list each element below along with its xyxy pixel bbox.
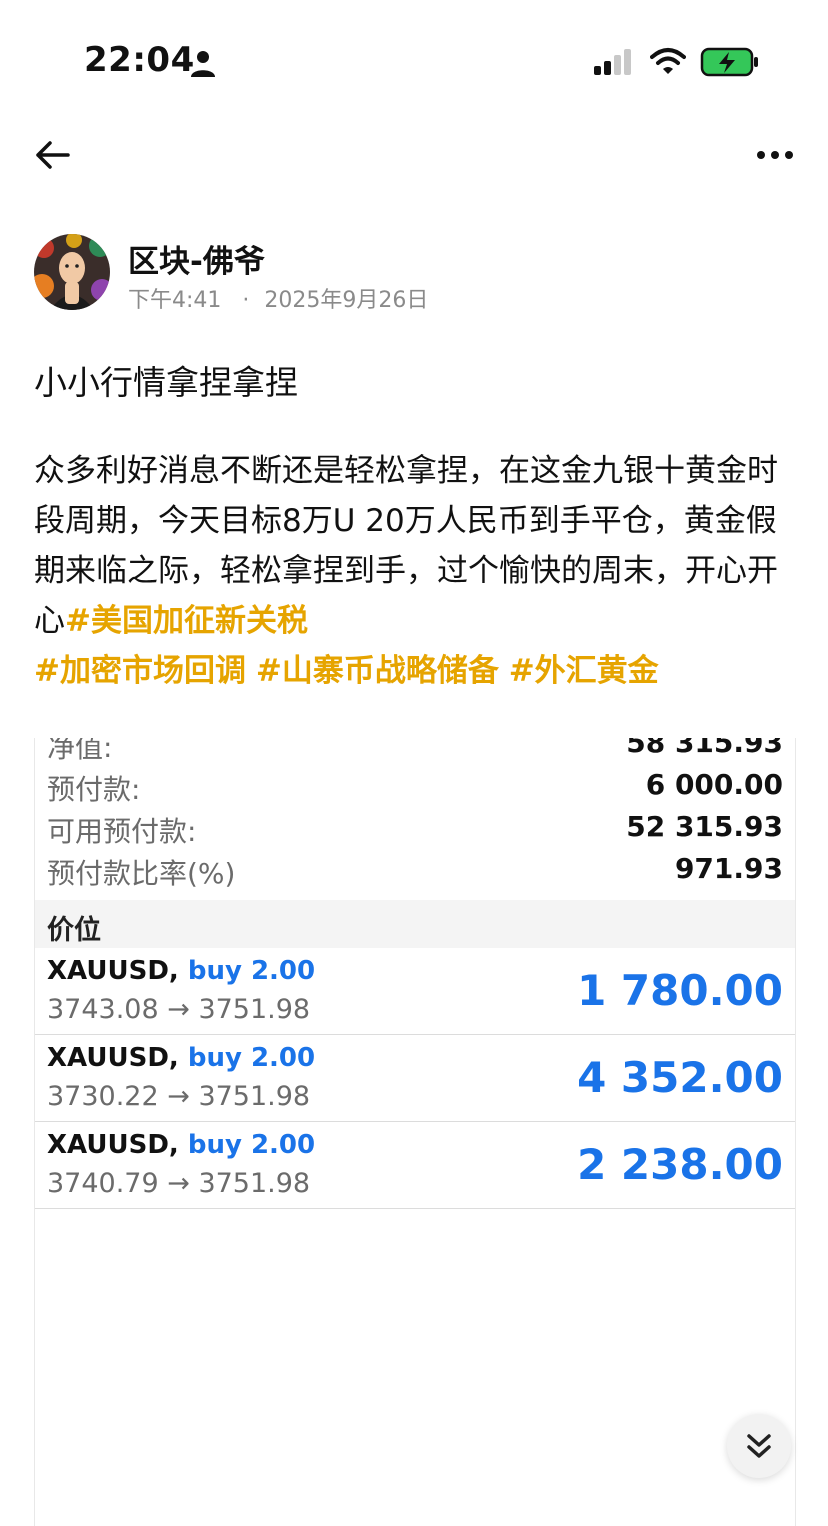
position-symbol: XAUUSD, — [47, 1043, 179, 1073]
account-value: 58 315.93 — [626, 738, 783, 759]
signal-icon — [594, 49, 631, 75]
post-time: 下午4:41 — [128, 288, 222, 313]
position-prices: 3743.08 → 3751.98 — [47, 994, 311, 1025]
hashtag-link[interactable]: #外汇黄金 — [509, 653, 659, 689]
account-row-equity: 净值: 58 315.93 — [35, 738, 795, 764]
account-row-margin-level: 预付款比率(%) 971.93 — [35, 848, 795, 890]
more-icon[interactable] — [756, 146, 794, 164]
position-prices: 3740.79 → 3751.98 — [47, 1168, 311, 1199]
person-icon — [191, 51, 215, 77]
account-row-margin: 预付款: 6 000.00 — [35, 764, 795, 806]
double-chevron-down-icon — [747, 1434, 771, 1458]
position-symbol: XAUUSD, — [47, 956, 179, 986]
account-label: 可用预付款: — [47, 815, 197, 848]
position-side: buy 2.00 — [187, 1043, 316, 1073]
positions-section-header: 价位 — [35, 900, 795, 948]
back-arrow-icon[interactable] — [34, 138, 72, 172]
wifi-icon — [650, 48, 686, 74]
position-symbol-line: XAUUSD, buy 2.00 — [47, 956, 315, 986]
position-side: buy 2.00 — [187, 1130, 316, 1160]
avatar[interactable] — [34, 234, 110, 310]
status-time: 22:04 — [84, 40, 195, 80]
position-row[interactable]: XAUUSD, buy 2.00 3743.08 → 3751.98 1 780… — [35, 948, 795, 1035]
account-value: 971.93 — [674, 852, 783, 885]
account-label: 净值: — [47, 738, 113, 764]
position-symbol-line: XAUUSD, buy 2.00 — [47, 1130, 315, 1160]
account-row-free-margin: 可用预付款: 52 315.93 — [35, 806, 795, 848]
position-profit: 4 352.00 — [577, 1053, 783, 1102]
post-meta: 下午4:41 · 2025年9月26日 — [128, 282, 428, 314]
account-value: 52 315.93 — [626, 810, 783, 843]
trade-screenshot[interactable]: 净值: 58 315.93 预付款: 6 000.00 可用预付款: 52 31… — [34, 738, 796, 1526]
position-row[interactable]: XAUUSD, buy 2.00 3730.22 → 3751.98 4 352… — [35, 1035, 795, 1122]
account-label: 预付款: — [47, 773, 141, 806]
battery-charging-icon — [700, 47, 758, 77]
position-symbol-line: XAUUSD, buy 2.00 — [47, 1043, 315, 1073]
position-profit: 1 780.00 — [577, 966, 783, 1015]
position-prices: 3730.22 → 3751.98 — [47, 1081, 311, 1112]
hashtag-link[interactable]: #加密市场回调 — [34, 653, 246, 689]
position-row[interactable]: XAUUSD, buy 2.00 3740.79 → 3751.98 2 238… — [35, 1122, 795, 1209]
section-header-label: 价位 — [47, 915, 101, 946]
position-side: buy 2.00 — [187, 956, 316, 986]
account-value: 6 000.00 — [645, 768, 783, 801]
author-name[interactable]: 区块-佛爷 — [128, 236, 265, 281]
scroll-down-button[interactable] — [727, 1414, 791, 1478]
account-label: 预付款比率(%) — [47, 857, 236, 890]
position-profit: 2 238.00 — [577, 1140, 783, 1189]
post-body: 众多利好消息不断还是轻松拿捏，在这金九银十黄金时段周期，今天目标8万U 20万人… — [34, 446, 794, 696]
position-symbol: XAUUSD, — [47, 1130, 179, 1160]
post-title: 小小行情拿捏拿捏 — [34, 363, 298, 402]
hashtag-link[interactable]: #山寨币战略储备 — [256, 653, 499, 689]
meta-separator: · — [242, 288, 250, 313]
post-date: 2025年9月26日 — [264, 288, 429, 313]
hashtag-link[interactable]: #美国加征新关税 — [65, 603, 308, 639]
